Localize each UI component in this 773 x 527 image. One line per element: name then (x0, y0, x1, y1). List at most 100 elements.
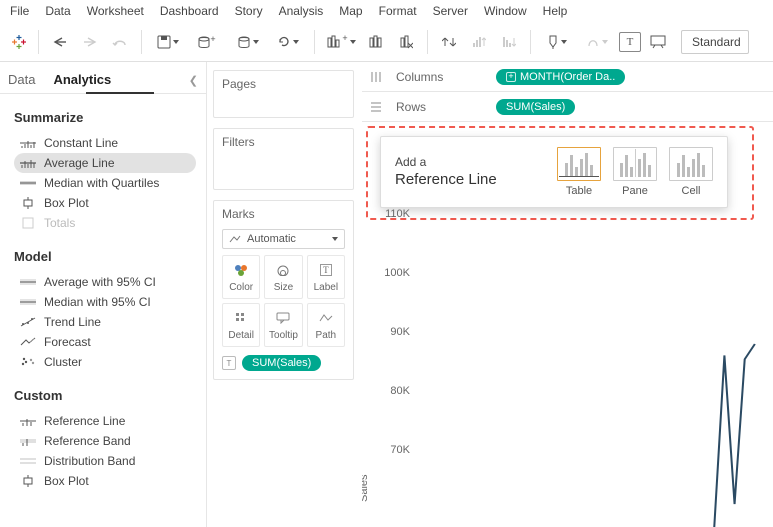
marks-path[interactable]: Path (307, 303, 345, 347)
y-axis: 110K 100K 90K 80K 70K (372, 212, 410, 527)
marks-tooltip[interactable]: Tooltip (264, 303, 302, 347)
refresh-button[interactable] (270, 29, 306, 55)
box-plot-icon (20, 197, 36, 209)
analytics-constant-line[interactable]: Constant Line (14, 133, 196, 153)
analytics-avg-95ci[interactable]: Average with 95% CI (14, 272, 196, 292)
analytics-trend-line[interactable]: Trend Line (14, 312, 196, 332)
menu-window[interactable]: Window (484, 4, 527, 18)
save-button[interactable] (150, 29, 186, 55)
tableau-logo-icon[interactable] (8, 31, 30, 53)
section-custom: Custom (14, 388, 196, 403)
clear-sheet-button[interactable] (393, 29, 419, 55)
marks-cell-label: Label (314, 282, 338, 293)
average-line-icon (20, 157, 36, 169)
menu-file[interactable]: File (10, 4, 29, 18)
highlight-button[interactable] (539, 29, 575, 55)
chart-plot (420, 222, 765, 527)
analytics-median-quartiles[interactable]: Median with Quartiles (14, 173, 196, 193)
drop-target-table[interactable]: Table (557, 147, 601, 197)
pill-sum-sales-rows[interactable]: SUM(Sales) (496, 99, 575, 115)
collapse-sidebar-icon[interactable]: ❮ (189, 74, 198, 93)
show-mark-labels-button[interactable]: T (619, 32, 641, 52)
viz-area[interactable]: Add a Reference Line Table Pane Cell (362, 122, 773, 527)
pill-month-order-date[interactable]: +MONTH(Order Da.. (496, 69, 625, 85)
group-button[interactable] (579, 29, 615, 55)
menu-format[interactable]: Format (379, 4, 417, 18)
marks-cell-label: Color (229, 282, 253, 293)
drop-target-cell[interactable]: Cell (669, 147, 713, 197)
tab-data[interactable]: Data (8, 72, 35, 93)
analytics-item-label: Distribution Band (44, 454, 135, 468)
y-tick: 70K (390, 444, 410, 456)
distribution-band-icon (20, 455, 36, 467)
swap-rows-columns-button[interactable] (436, 29, 462, 55)
cards-panel: Pages Filters Marks Automatic Color Size… (207, 62, 362, 527)
analytics-item-label: Totals (44, 216, 75, 230)
redo-button[interactable] (77, 29, 103, 55)
menu-data[interactable]: Data (45, 4, 70, 18)
analytics-item-label: Box Plot (44, 196, 89, 210)
marks-label[interactable]: TLabel (307, 255, 345, 299)
avg-ci-icon (20, 276, 36, 288)
marks-cell-label: Tooltip (269, 330, 298, 341)
analytics-item-label: Forecast (44, 335, 91, 349)
menu-worksheet[interactable]: Worksheet (87, 4, 144, 18)
analytics-dist-band[interactable]: Distribution Band (14, 451, 196, 471)
menu-analysis[interactable]: Analysis (279, 4, 324, 18)
revert-button[interactable] (107, 29, 133, 55)
columns-icon (370, 71, 386, 83)
y-tick: 100K (384, 267, 410, 279)
analytics-item-label: Median with Quartiles (44, 176, 159, 190)
analytics-average-line[interactable]: Average Line (14, 153, 196, 173)
new-worksheet-button[interactable]: + (323, 29, 359, 55)
pages-label: Pages (214, 71, 353, 97)
marks-size[interactable]: Size (264, 255, 302, 299)
menu-help[interactable]: Help (543, 4, 568, 18)
drop-target-label: Cell (682, 185, 701, 197)
sort-asc-button[interactable] (466, 29, 492, 55)
drop-target-label: Pane (622, 185, 648, 197)
constant-line-icon (20, 137, 36, 149)
presentation-mode-button[interactable] (645, 29, 671, 55)
tab-analytics[interactable]: Analytics (53, 72, 111, 93)
analytics-forecast[interactable]: Forecast (14, 332, 196, 352)
columns-label: Columns (396, 70, 486, 84)
columns-shelf[interactable]: Columns +MONTH(Order Da.. (362, 62, 773, 92)
duplicate-sheet-button[interactable] (363, 29, 389, 55)
filters-label: Filters (214, 129, 353, 155)
pause-auto-updates-button[interactable] (230, 29, 266, 55)
analytics-box-plot-custom[interactable]: Box Plot (14, 471, 196, 491)
new-datasource-button[interactable]: + (190, 29, 226, 55)
fit-select[interactable]: Standard (681, 30, 749, 54)
analytics-med-95ci[interactable]: Median with 95% CI (14, 292, 196, 312)
pages-shelf[interactable]: Pages (213, 70, 354, 118)
menu-map[interactable]: Map (339, 4, 362, 18)
path-icon (319, 310, 333, 326)
mark-type-select[interactable]: Automatic (222, 229, 345, 249)
analytics-box-plot[interactable]: Box Plot (14, 193, 196, 213)
y-tick: 90K (390, 326, 410, 338)
drop-target-pane[interactable]: Pane (613, 147, 657, 197)
menu-story[interactable]: Story (235, 4, 263, 18)
label-indicator-icon[interactable]: T (222, 356, 236, 370)
trend-line-icon (20, 316, 36, 328)
marks-detail[interactable]: Detail (222, 303, 260, 347)
marks-color[interactable]: Color (222, 255, 260, 299)
detail-icon (235, 310, 247, 326)
filters-shelf[interactable]: Filters (213, 128, 354, 190)
menu-server[interactable]: Server (433, 4, 468, 18)
analytics-totals: Totals (14, 213, 196, 233)
menu-dashboard[interactable]: Dashboard (160, 4, 219, 18)
analytics-ref-line[interactable]: Reference Line (14, 411, 196, 431)
pill-sum-sales[interactable]: SUM(Sales) (242, 355, 321, 371)
sort-desc-button[interactable] (496, 29, 522, 55)
mark-type-value: Automatic (247, 233, 296, 245)
undo-button[interactable] (47, 29, 73, 55)
marks-pill-row: T SUM(Sales) (222, 355, 345, 371)
analytics-cluster[interactable]: Cluster (14, 352, 196, 372)
pill-text: MONTH(Order Da.. (520, 71, 615, 83)
analytics-ref-band[interactable]: Reference Band (14, 431, 196, 451)
rows-shelf[interactable]: Rows SUM(Sales) (362, 92, 773, 122)
menu-bar: File Data Worksheet Dashboard Story Anal… (0, 0, 773, 24)
analytics-item-label: Average Line (44, 156, 115, 170)
